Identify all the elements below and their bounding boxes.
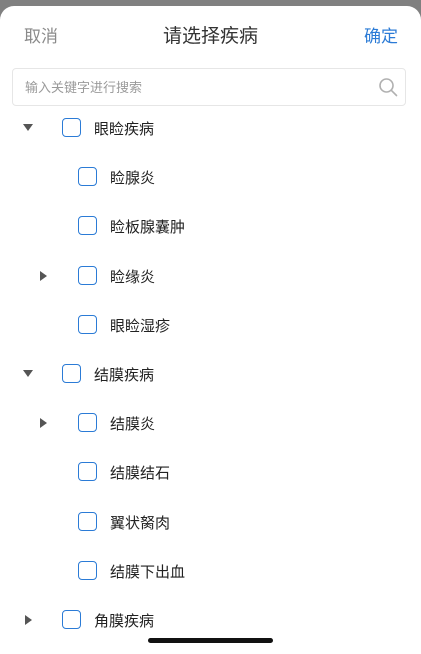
node-checkbox[interactable]	[78, 560, 97, 580]
tree-node[interactable]: 结膜结石	[0, 452, 421, 492]
node-checkbox[interactable]	[78, 216, 97, 236]
tree-node[interactable]: 睑腺炎	[0, 157, 421, 197]
tree-node[interactable]: 眼睑疾病	[0, 108, 421, 148]
caret-right-icon[interactable]	[22, 614, 34, 626]
caret-down-icon[interactable]	[22, 122, 34, 134]
node-checkbox[interactable]	[78, 265, 97, 285]
node-checkbox[interactable]	[62, 118, 81, 137]
tree-node[interactable]: 翼状胬肉	[0, 502, 421, 542]
node-checkbox[interactable]	[62, 610, 81, 629]
node-label: 眼睑湿疹	[110, 316, 171, 335]
node-label: 翼状胬肉	[110, 513, 171, 532]
node-label: 角膜疾病	[94, 612, 155, 630]
search-input[interactable]	[23, 75, 367, 101]
node-label: 睑缘炎	[110, 267, 156, 286]
caret-right-icon[interactable]	[37, 417, 49, 429]
tree-node[interactable]: 睑板腺囊肿	[0, 206, 421, 246]
caret-down-icon[interactable]	[22, 368, 34, 380]
node-label: 结膜炎	[110, 415, 156, 434]
node-checkbox[interactable]	[78, 314, 97, 334]
picker-header: 取消 请选择疾病 确定	[0, 6, 421, 64]
disease-picker-sheet: 取消 请选择疾病 确定 眼睑疾病睑腺炎睑板腺囊肿睑缘炎眼睑湿疹结膜疾病结膜炎结膜…	[0, 6, 421, 654]
tree-node[interactable]: 结膜疾病	[0, 354, 421, 394]
node-label: 睑腺炎	[110, 169, 156, 188]
tree-node[interactable]: 角膜疾病	[0, 600, 421, 640]
node-checkbox[interactable]	[78, 167, 97, 187]
tree-node[interactable]: 睑缘炎	[0, 256, 421, 296]
tree-node[interactable]: 结膜下出血	[0, 551, 421, 591]
caret-right-icon[interactable]	[37, 270, 49, 282]
node-label: 眼睑疾病	[94, 120, 155, 138]
search-icon[interactable]	[377, 76, 399, 98]
node-checkbox[interactable]	[62, 364, 81, 383]
node-label: 结膜疾病	[94, 366, 155, 384]
search-bar	[12, 68, 406, 106]
home-indicator	[148, 638, 273, 643]
node-checkbox[interactable]	[78, 511, 97, 531]
node-label: 睑板腺囊肿	[110, 218, 186, 237]
tree-node[interactable]: 眼睑湿疹	[0, 305, 421, 345]
page-title: 请选择疾病	[162, 25, 258, 47]
node-checkbox[interactable]	[78, 413, 97, 433]
node-label: 结膜结石	[110, 464, 171, 483]
node-checkbox[interactable]	[78, 462, 97, 482]
confirm-button[interactable]: 确定	[364, 22, 398, 47]
tree-node[interactable]: 结膜炎	[0, 403, 421, 443]
node-label: 结膜下出血	[110, 562, 186, 581]
